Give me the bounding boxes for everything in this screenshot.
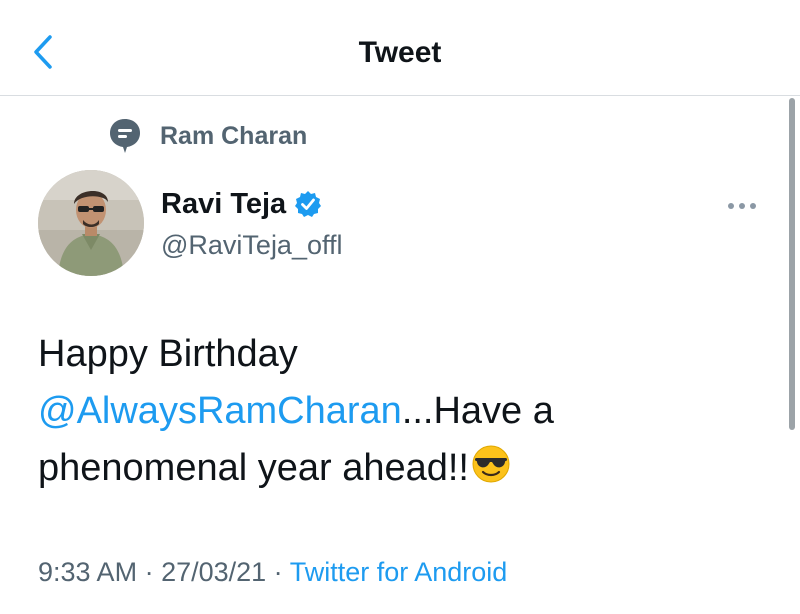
author-handle[interactable]: @RaviTeja_offl [161,228,343,262]
tweet-source-link[interactable]: Twitter for Android [290,557,508,587]
tweet-meta: 9:33 AM · 27/03/21 · Twitter for Android [38,554,507,590]
meta-separator: · [137,557,162,587]
tweet-text-line: phenomenal year ahead!! [38,447,469,489]
tweet-detail-screen: Tweet Ram Charan Ravi Teja @RaviTeja_off… [0,0,800,614]
context-label: Ram Charan [160,121,308,150]
speech-bubble-icon [110,119,140,153]
tweet-time: 9:33 AM [38,557,138,587]
verified-badge-icon [295,191,322,217]
scrollbar[interactable] [789,98,795,430]
smiling-face-with-sunglasses-icon [472,445,510,483]
page-title: Tweet [358,36,442,69]
tweet-text-line: Happy Birthday [38,333,298,375]
avatar[interactable] [38,170,144,276]
author-name-row[interactable]: Ravi Teja [161,186,322,222]
social-context[interactable]: Ram Charan [108,116,307,156]
tweet-text: Happy Birthday @AlwaysRamCharan...Have a… [38,326,778,497]
meta-separator: · [266,557,290,587]
top-navigation-bar: Tweet [0,0,800,96]
mention-link[interactable]: @AlwaysRamCharan [38,390,402,432]
tweet-text-segment: ...Have a [401,390,554,432]
display-name: Ravi Teja [161,188,287,220]
profile-photo [38,170,144,276]
more-horizontal-icon [728,203,756,209]
more-options-button[interactable] [722,194,762,218]
tweet-date: 27/03/21 [161,557,267,587]
